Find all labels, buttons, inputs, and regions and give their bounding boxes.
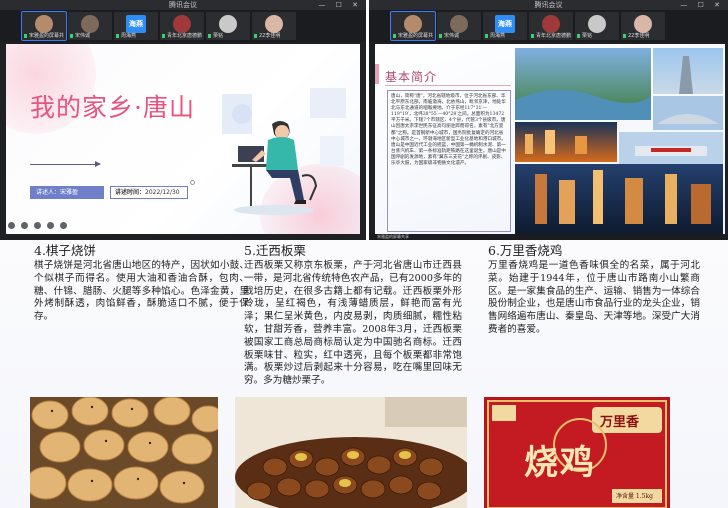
section-qizi-shaobing: 4.棋子烧饼 棋子烧饼是河北省唐山地区的特产，因状如小鼓、个似棋子而得名。使用大… [34,242,249,324]
title-bar: 腾讯会议 — ☐ ✕ [0,0,366,10]
roast-chicken-package-photo: 万里香 烧鸡 净含量 1.5kg [484,397,670,508]
package-brand: 万里香 [600,415,640,430]
intro-text: 唐山，简称"唐"，河北省辖地级市，位于河北省东部、华北平原东北部，南临渤海，北依… [387,90,511,232]
document-page: 4.棋子烧饼 棋子烧饼是河北省唐山地区的特产，因状如小鼓、个似棋子而得名。使用大… [0,240,728,508]
participant-name: 周海燕 [485,32,525,39]
slide-toolbar [8,222,67,229]
avatar-badge: 海燕 [495,15,515,33]
participant-name: 22李佳明 [623,32,663,39]
header-accent [375,64,379,84]
avatar-badge: 海燕 [126,15,146,33]
package-big-text: 烧鸡 [524,443,596,483]
participant-strip: 宋雅盈的屏幕共享 宋伟诚 海燕周海燕 青年北京唐德鹏 栗铭 22李佳明 [0,10,366,42]
more-icon[interactable] [60,222,67,229]
participant-tile[interactable]: 宋雅盈的屏幕共享 [21,11,67,41]
participant-tile[interactable]: 22李佳明 [621,12,665,40]
slide-header: 基本简介 [385,70,438,84]
header-underline [385,85,511,86]
meeting-window-right: 腾讯会议 — ☐ ✕ 宋雅盈的屏幕共享 宋伟诚 海燕周海燕 青年北京唐德鹏 栗铭… [369,0,728,240]
participant-tile[interactable]: 宋伟诚 [437,12,481,40]
participant-strip: 宋雅盈的屏幕共享 宋伟诚 海燕周海燕 青年北京唐德鹏 栗铭 22李佳明 [369,10,728,42]
date-label: 讲述时间：2022/12/30 [110,186,188,199]
avatar [588,15,606,33]
avatar [450,15,468,33]
avatar [81,15,99,33]
participant-name: 宋雅盈的屏幕共享 [393,32,433,39]
avatar [634,15,652,33]
participant-tile[interactable]: 宋伟诚 [68,12,112,40]
slide-title: 我的家乡·唐山 [30,93,195,122]
section-wanlixiang-shaoji: 6.万里香烧鸡 万里香烧鸡是一道色香味俱全的名菜，属于河北菜。始建于1944年，… [488,242,700,337]
zoom-icon[interactable] [47,222,54,229]
pen-icon[interactable] [34,222,41,229]
mouse-cursor-icon [190,180,195,185]
arrow-decoration [30,161,101,167]
avatar [173,15,191,33]
window-title: 腾讯会议 [534,1,563,9]
participant-tile[interactable]: 青年北京唐德鹏 [160,12,204,40]
section-body: 棋子烧饼是河北省唐山地区的特产，因状如小鼓、个似棋子而得名。使用大油和香油合酥，… [34,260,249,323]
window-title: 腾讯会议 [169,1,197,9]
shared-slide-intro: 基本简介 唐山，简称"唐"，河北省辖地级市，位于河北省东部、华北平原东北部，南临… [375,44,725,236]
city-photo-collage [515,48,723,234]
participant-tile[interactable]: 栗铭 [206,12,250,40]
chestnut-photo [235,397,467,508]
avatar [219,15,237,33]
title-bar: 腾讯会议 — ☐ ✕ [369,0,728,10]
participant-name: 宋伟诚 [70,32,110,39]
participant-tile[interactable]: 宋雅盈的屏幕共享 [390,11,436,41]
participant-tile[interactable]: 海燕 周海燕 [114,12,158,40]
section-body: 万里香烧鸡是一道色香味俱全的名菜，属于河北菜。始建于1944年，位于唐山市路南小… [488,260,700,335]
participant-tile[interactable]: 栗铭 [575,12,619,40]
prev-icon[interactable] [8,222,15,229]
next-icon[interactable] [21,222,28,229]
participant-name: 周海燕 [116,32,156,39]
date-label-text: 讲述时间： [115,189,146,196]
window-controls[interactable]: — ☐ ✕ [318,0,362,10]
section-body: 迁西板栗又称京东板栗，产于河北省唐山市迁西县一带，是河北省传统特色农产品，已有2… [244,260,462,387]
participant-name: 宋伟诚 [439,32,479,39]
avatar [404,15,422,33]
section-title: 5.迁西板栗 [244,243,306,258]
qizi-shaobing-photo [30,397,218,508]
participant-tile[interactable]: 22李佳明 [252,12,296,40]
speaker-label: 讲述人：宋雅盈 [30,186,104,199]
avatar [542,15,560,33]
participant-tile[interactable]: 海燕 周海燕 [483,12,527,40]
participant-name: 青年北京唐德鹏 [162,32,202,39]
participant-tile[interactable]: 青年北京唐德鹏 [529,12,573,40]
participant-name: 宋雅盈的屏幕共享 [24,32,64,39]
avatar [35,15,53,33]
avatar [265,15,283,33]
section-qianxi-banli: 5.迁西板栗 迁西板栗又称京东板栗，产于河北省唐山市迁西县一带，是河北省传统特色… [244,242,462,388]
participant-name: 青年北京唐德鹏 [531,32,571,39]
section-title: 4.棋子烧饼 [34,243,96,258]
participant-name: 栗铭 [577,32,617,39]
meeting-window-left: 腾讯会议 — ☐ ✕ 宋雅盈的屏幕共享 宋伟诚 海燕周海燕 青年北京唐德鹏 栗铭… [0,0,366,240]
participant-name: 栗铭 [208,32,248,39]
participant-name: 22李佳明 [254,32,294,39]
date-value: 2022/12/30 [145,189,180,196]
window-controls[interactable]: — ☐ ✕ [680,0,724,10]
person-at-desk-illustration [222,88,346,215]
package-weight: 净含量 1.5kg [616,493,653,500]
section-title: 6.万里香烧鸡 [488,243,563,258]
shared-slide-title: 我的家乡·唐山 讲述人：宋雅盈 讲述时间：2022/12/30 [6,44,360,234]
